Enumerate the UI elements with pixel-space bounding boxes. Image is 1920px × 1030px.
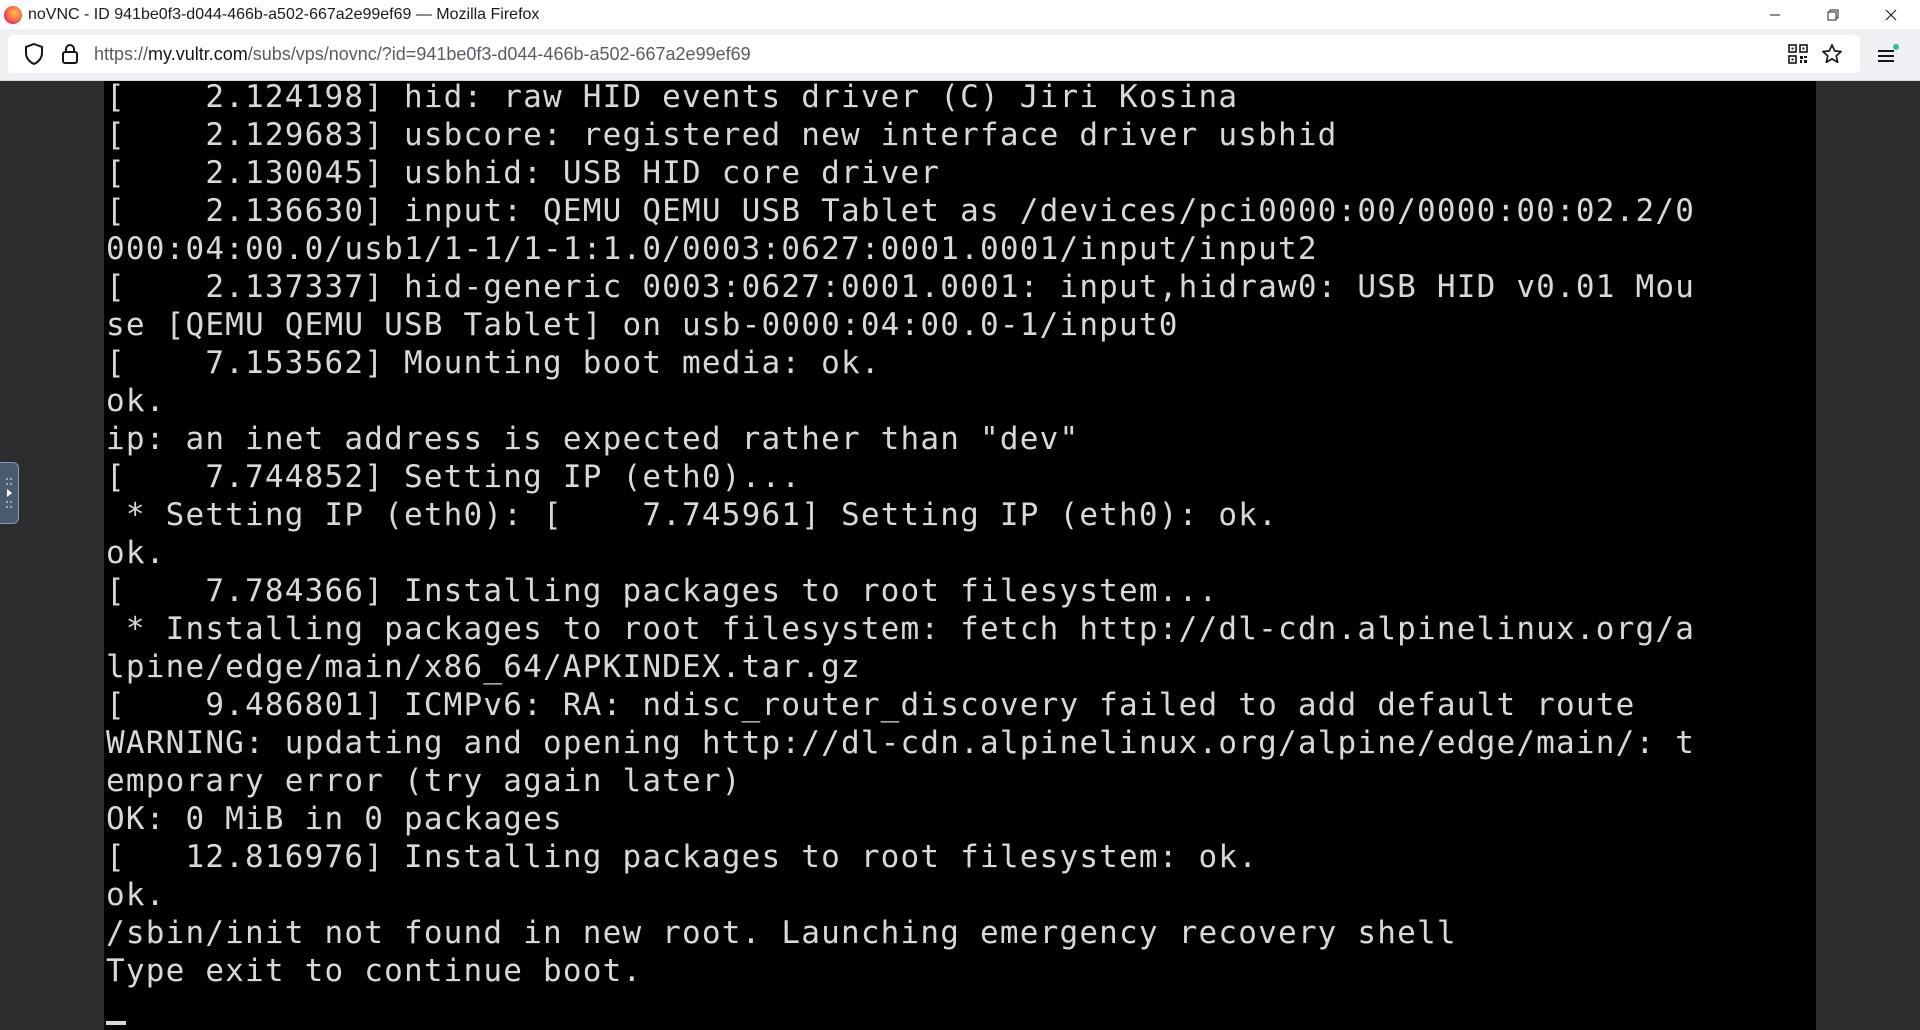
browser-toolbar: https://my.vultr.com/subs/vps/novnc/?id=… (0, 29, 1920, 81)
vnc-console-screen[interactable]: [ 2.124198] hid: raw HID events driver (… (104, 81, 1816, 1030)
hamburger-menu-button[interactable] (1874, 41, 1902, 69)
shield-icon[interactable] (22, 42, 46, 66)
url-path: /subs/vps/novnc/?id=941be0f3-d044-466b-a… (247, 43, 751, 64)
console-line: WARNING: updating and opening http://dl-… (106, 725, 1696, 761)
console-line: * Setting IP (eth0): [ 7.745961] Setting… (106, 497, 1278, 533)
console-line: [ 7.153562] Mounting boot media: ok. (106, 345, 881, 381)
firefox-logo-icon (4, 5, 22, 24)
console-line: Type exit to continue boot. (106, 953, 643, 989)
qr-code-icon[interactable] (1786, 42, 1810, 66)
console-line: se [QEMU QEMU USB Tablet] on usb-0000:04… (106, 307, 1179, 343)
console-line: OK: 0 MiB in 0 packages (106, 801, 563, 837)
address-bar[interactable]: https://my.vultr.com/subs/vps/novnc/?id=… (8, 35, 1860, 73)
console-line: ok. (106, 383, 166, 419)
close-button[interactable] (1862, 0, 1920, 29)
lock-icon[interactable] (58, 42, 82, 66)
console-line: emporary error (try again later) (106, 763, 742, 799)
hamburger-menu-icon (1878, 44, 1899, 62)
window-controls (1746, 0, 1920, 29)
console-line: [ 7.784366] Installing packages to root … (106, 573, 1219, 609)
chevron-right-icon (6, 478, 12, 508)
console-line: lpine/edge/main/x86_64/APKINDEX.tar.gz (106, 649, 861, 685)
url-host: my.vultr.com (148, 43, 248, 64)
close-icon (1885, 9, 1897, 20)
console-line: [ 2.124198] hid: raw HID events driver (… (106, 81, 1239, 115)
console-line: [ 9.486801] ICMPv6: RA: ndisc_router_dis… (106, 687, 1636, 723)
window-titlebar: noVNC - ID 941be0f3-d044-466b-a502-667a2… (0, 0, 1920, 29)
console-line: ip: an inet address is expected rather t… (106, 421, 1080, 457)
star-icon[interactable] (1820, 42, 1844, 66)
minimize-button[interactable] (1746, 0, 1804, 29)
console-cursor (106, 1021, 126, 1025)
minimize-icon (1770, 14, 1780, 15)
restore-button[interactable] (1804, 0, 1862, 29)
console-line: [ 2.136630] input: QEMU QEMU USB Tablet … (106, 193, 1696, 229)
console-line: [ 2.129683] usbcore: registered new inte… (106, 117, 1338, 153)
restore-icon (1827, 9, 1839, 20)
window-title: noVNC - ID 941be0f3-d044-466b-a502-667a2… (28, 5, 540, 23)
console-line: ok. (106, 877, 166, 913)
console-output: [ 2.124198] hid: raw HID events driver (… (104, 81, 1816, 990)
novnc-control-bar-handle[interactable] (0, 462, 19, 524)
console-line: * Installing packages to root filesystem… (106, 611, 1696, 647)
console-line: ok. (106, 535, 166, 571)
console-line: [ 2.130045] usbhid: USB HID core driver (106, 155, 941, 191)
console-line: [ 12.816976] Installing packages to root… (106, 839, 1259, 875)
console-line: 000:04:00.0/usb1/1-1/1-1:1.0/0003:0627:0… (106, 231, 1318, 267)
console-line: /sbin/init not found in new root. Launch… (106, 915, 1457, 951)
console-line: [ 7.744852] Setting IP (eth0)... (106, 459, 802, 495)
url-text[interactable]: https://my.vultr.com/subs/vps/novnc/?id=… (94, 44, 751, 65)
url-scheme: https:// (94, 43, 149, 64)
page-viewport: [ 2.124198] hid: raw HID events driver (… (0, 81, 1920, 1030)
console-line: [ 2.137337] hid-generic 0003:0627:0001.0… (106, 269, 1696, 305)
urlbar-actions (1781, 35, 1858, 73)
